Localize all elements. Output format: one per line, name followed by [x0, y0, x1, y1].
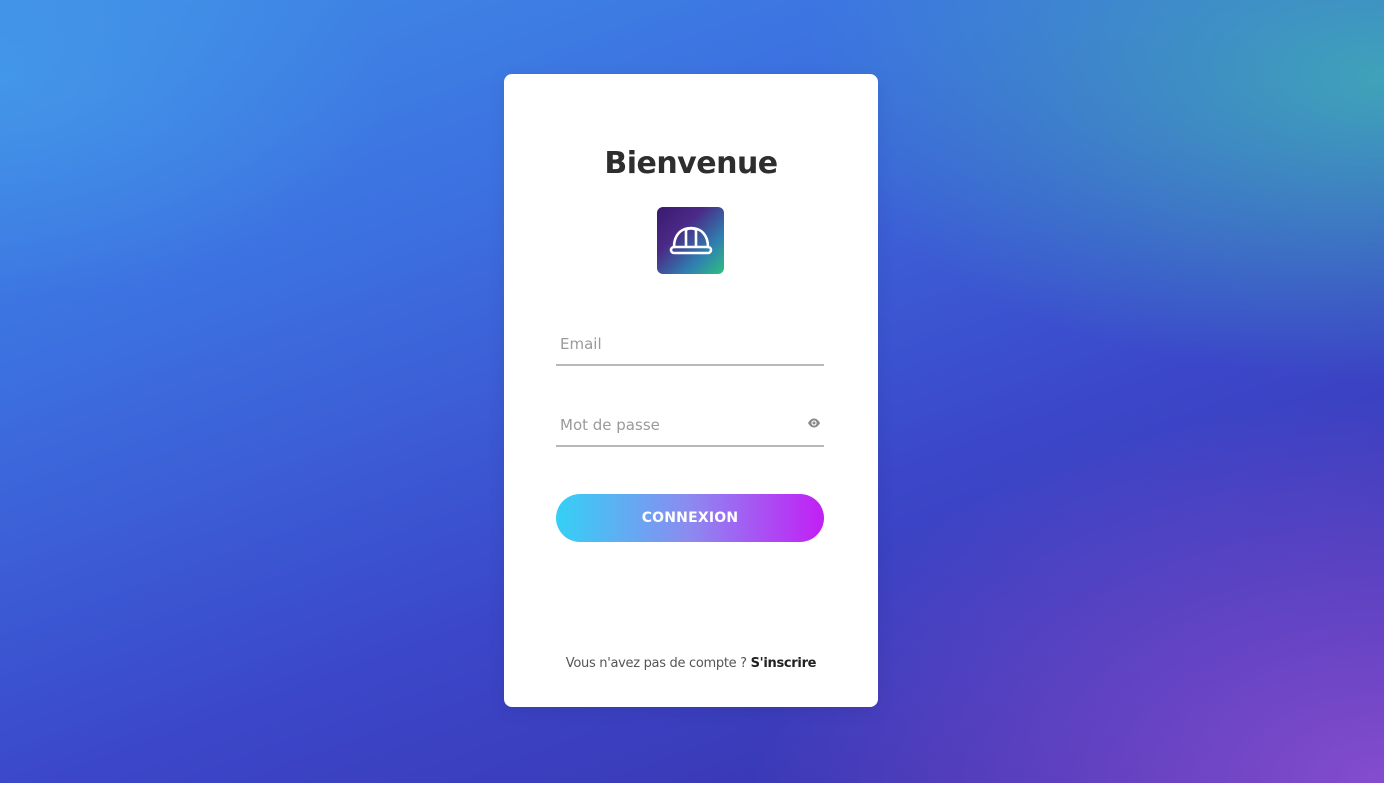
login-card: Bienvenue CONNEXIO: [504, 74, 878, 707]
signup-prompt: Vous n'avez pas de compte ? S'inscrire: [504, 656, 878, 671]
login-button[interactable]: CONNEXION: [556, 494, 824, 542]
email-input[interactable]: [560, 332, 790, 356]
hard-hat-icon: [667, 219, 715, 263]
eye-icon[interactable]: [807, 416, 821, 430]
email-field: [556, 324, 824, 366]
password-field: [556, 405, 824, 447]
password-input[interactable]: [560, 413, 790, 437]
page-title: Bienvenue: [604, 146, 778, 181]
signup-link[interactable]: S'inscrire: [751, 656, 817, 671]
app-logo: [657, 207, 724, 274]
signup-prompt-text: Vous n'avez pas de compte ?: [565, 656, 747, 671]
